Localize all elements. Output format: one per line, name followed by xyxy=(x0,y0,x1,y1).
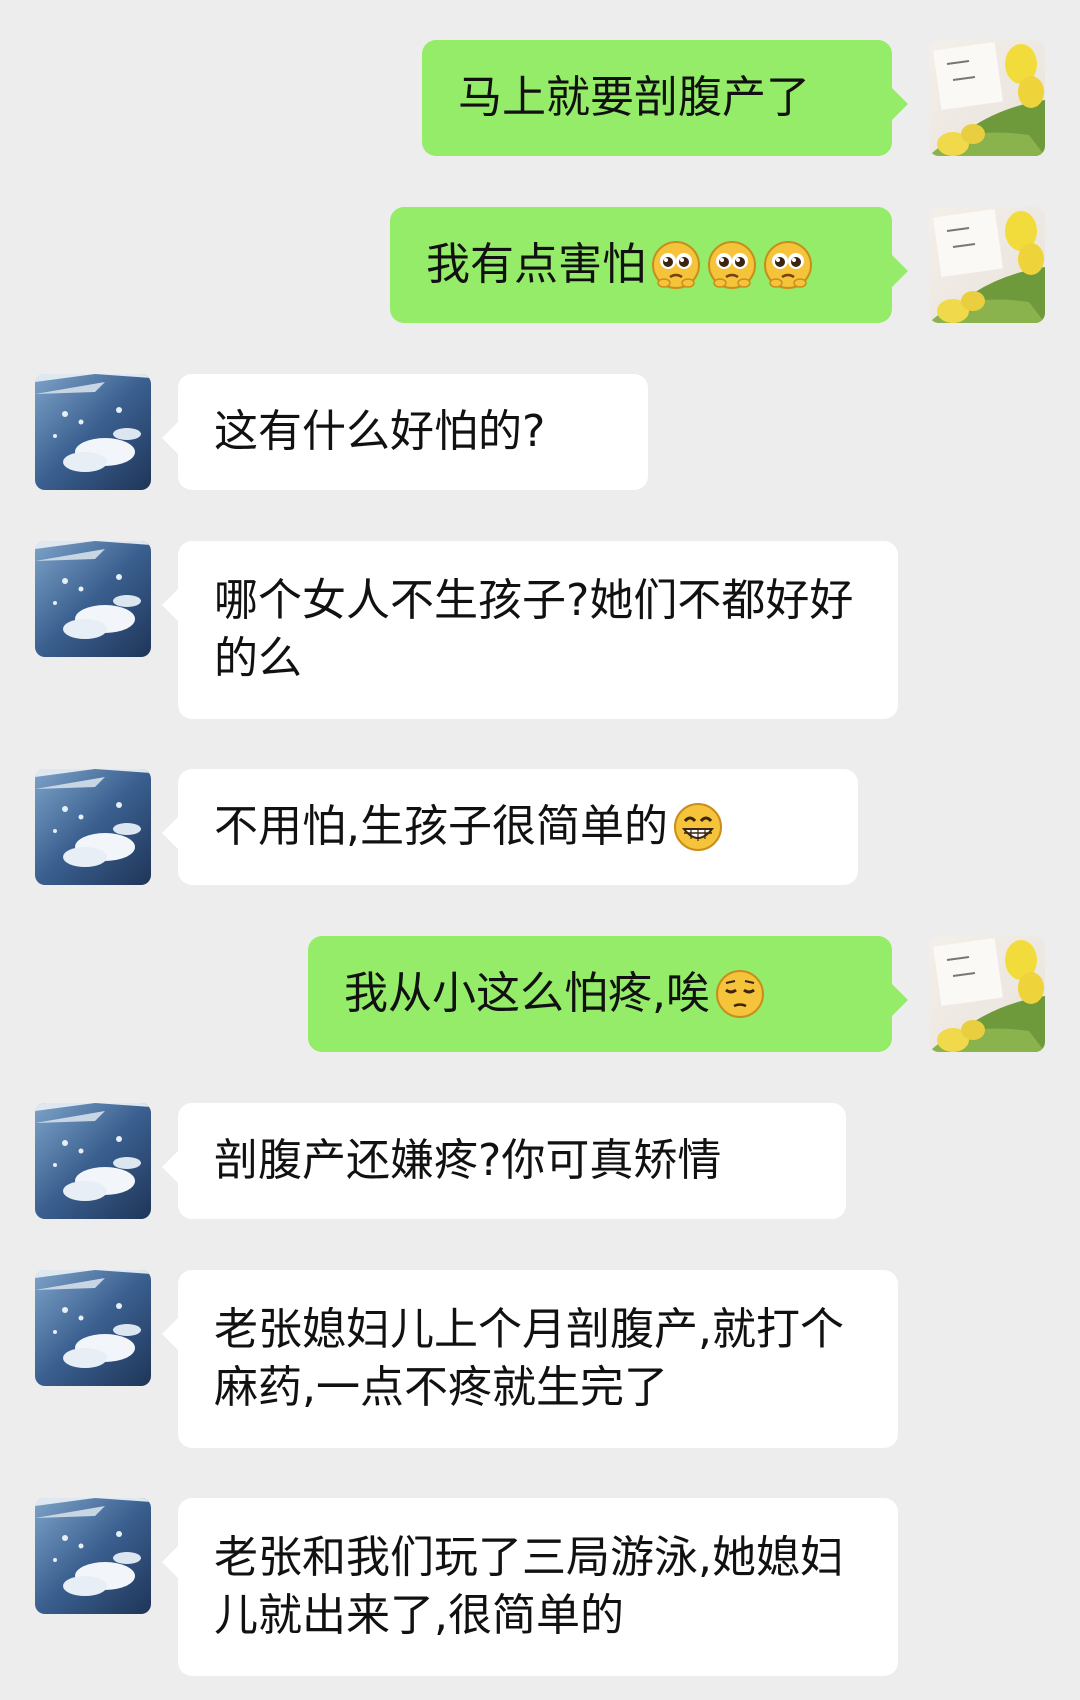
bubble-tail xyxy=(162,1318,178,1350)
aerial-clouds-avatar-image xyxy=(35,541,151,657)
pleading-face-icon xyxy=(706,239,758,291)
contact-avatar[interactable] xyxy=(35,1498,151,1614)
message-text: 我从小这么怕疼,唉 xyxy=(344,968,710,1019)
message-text: 这有什么好怕的? xyxy=(214,406,546,457)
bubble-tail xyxy=(162,817,178,849)
bubble-tail xyxy=(162,1151,178,1183)
bubble-tail xyxy=(162,422,178,454)
aerial-clouds-avatar-image xyxy=(35,1103,151,1219)
contact-avatar[interactable] xyxy=(35,374,151,490)
received-message-bubble[interactable]: 剖腹产还嫌疼?你可真矫情 xyxy=(162,1103,846,1219)
aerial-clouds-avatar-image xyxy=(35,1270,151,1386)
aerial-clouds-avatar-image xyxy=(35,1498,151,1614)
bubble-tail xyxy=(162,589,178,621)
message-text: 马上就要剖腹产了 xyxy=(458,72,810,123)
aerial-clouds-avatar-image xyxy=(35,374,151,490)
tulip-avatar-image xyxy=(929,936,1045,1052)
contact-avatar[interactable] xyxy=(35,1270,151,1386)
message-text: 老张媳妇儿上个月剖腹产,就打个麻药,一点不疼就生完了 xyxy=(214,1304,844,1413)
pensive-face-icon xyxy=(714,968,766,1020)
tulip-avatar-image xyxy=(929,40,1045,156)
sent-message-bubble[interactable]: 我有点害怕 xyxy=(390,207,908,323)
pleading-face-icon xyxy=(650,239,702,291)
received-message-bubble[interactable]: 不用怕,生孩子很简单的 xyxy=(162,769,858,885)
aerial-clouds-avatar-image xyxy=(35,769,151,885)
sent-message-bubble[interactable]: 马上就要剖腹产了 xyxy=(422,40,908,156)
bubble-tail xyxy=(892,255,908,287)
received-message-bubble[interactable]: 老张媳妇儿上个月剖腹产,就打个麻药,一点不疼就生完了 xyxy=(162,1270,898,1448)
message-text: 我有点害怕 xyxy=(426,239,646,290)
received-message-bubble[interactable]: 老张和我们玩了三局游泳,她媳妇儿就出来了,很简单的 xyxy=(162,1498,898,1676)
contact-avatar[interactable] xyxy=(35,541,151,657)
sent-message-bubble[interactable]: 我从小这么怕疼,唉 xyxy=(308,936,908,1052)
pleading-face-icon xyxy=(762,239,814,291)
message-text: 老张和我们玩了三局游泳,她媳妇儿就出来了,很简单的 xyxy=(214,1532,844,1641)
message-text: 不用怕,生孩子很简单的 xyxy=(214,801,668,852)
contact-avatar[interactable] xyxy=(35,1103,151,1219)
received-message-bubble[interactable]: 这有什么好怕的? xyxy=(162,374,648,490)
bubble-tail xyxy=(892,88,908,120)
message-text: 哪个女人不生孩子?她们不都好好的么 xyxy=(214,575,854,684)
self-avatar[interactable] xyxy=(929,40,1045,156)
received-message-bubble[interactable]: 哪个女人不生孩子?她们不都好好的么 xyxy=(162,541,898,719)
self-avatar[interactable] xyxy=(929,207,1045,323)
bubble-tail xyxy=(162,1546,178,1578)
self-avatar[interactable] xyxy=(929,936,1045,1052)
contact-avatar[interactable] xyxy=(35,769,151,885)
grinning-face-icon xyxy=(672,801,724,853)
bubble-tail xyxy=(892,984,908,1016)
message-text: 剖腹产还嫌疼?你可真矫情 xyxy=(214,1135,722,1186)
tulip-avatar-image xyxy=(929,207,1045,323)
